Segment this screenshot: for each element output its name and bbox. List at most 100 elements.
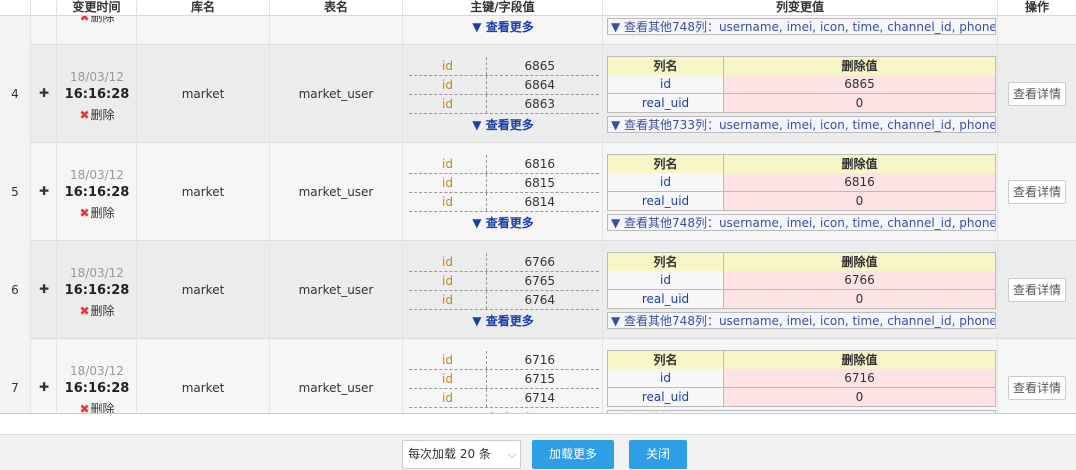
delete-x-icon: ✖ [79,108,90,122]
col-name: real_uid [608,290,724,308]
view-detail-button[interactable]: 查看详情 [1008,180,1066,204]
table-row: 6 ✚ 18/03/12 16:16:28 ✖删除 market market_user id… [0,241,1076,339]
del-value: 0 [724,388,995,406]
table-name: market_user [270,45,403,143]
expand-cell: ✚ [31,45,57,143]
close-button[interactable]: 关闭 [629,440,687,469]
pk-value: 6864 [524,78,555,92]
delete-badge: ✖删除 [57,400,137,413]
other-columns-link[interactable]: ▼ 查看其他748列：username, imei, icon, time, c… [607,312,996,329]
pk-value: 6715 [524,372,555,386]
other-columns-link[interactable]: ▼ 查看其他748列：username, imei, icon, time, c… [607,214,996,231]
other-columns-link[interactable]: ▼ 查看其他733列：username, imei, icon, time, c… [607,116,996,133]
triangle-down-icon: ▼ [472,412,481,413]
change-date: 18/03/12 [70,266,124,280]
other-columns-link[interactable]: ▼ 查看其他748列：username, imei, icon, time, c… [607,18,996,35]
view-more-link[interactable]: ▼ 查看更多 [403,116,603,133]
op-cell: 查看详情 [998,241,1076,339]
colval-row: id 6865 [607,75,996,94]
colval-row: id 6766 [607,271,996,290]
header-db: 库名 [137,0,270,16]
plus-icon[interactable]: ✚ [39,381,49,393]
load-more-button[interactable]: 加载更多 [532,440,614,469]
del-value-header: 删除值 [724,57,995,75]
pk-key: id [409,57,487,75]
header-colval: 列变更值 [603,0,998,16]
view-more-link[interactable]: ▼ 查看更多 [403,18,603,35]
pk-line: id 6715 [409,370,599,389]
pk-line: id 6766 [409,253,599,272]
colval-row: real_uid0 [607,290,996,309]
pk-value: 6815 [524,176,555,190]
delete-badge: ✖删除 [57,204,137,221]
pk-key: id [409,370,487,388]
view-more-link[interactable]: ▼ 查看更多 [403,214,603,231]
delete-label: 删除 [90,108,115,122]
table-row: 5 ✚ 18/03/12 16:16:28 ✖删除 market market_user id… [0,143,1076,241]
pk-line: id 6714 [409,389,599,408]
header-time: 变更时间 [57,0,137,16]
footer-bar: 每次加载 20 条 ⌵ 加载更多 关闭 [0,434,1076,470]
col-name: real_uid [608,94,724,112]
db-name: market [137,45,270,143]
table-row: 4 ✚ 18/03/12 16:16:28 ✖删除 market market_user id… [0,45,1076,143]
view-detail-button[interactable]: 查看详情 [1008,376,1066,400]
del-value: 0 [724,192,995,210]
change-clock: 16:16:28 [64,381,130,396]
view-more-label: 查看更多 [485,216,534,230]
triangle-down-icon: ▼ [472,314,482,328]
change-log-panel: 3✚18/03/1216:16:28✖删除marketmarket_userid… [0,0,1076,470]
pk-key: id [409,76,487,94]
col-name: id [608,75,724,93]
pk-value: 6865 [524,59,555,73]
pk-line: id 6816 [409,155,599,174]
colval-header: 列名 删除值 [607,350,996,369]
plus-icon[interactable]: ✚ [39,87,49,99]
pk-value: 6766 [524,255,555,269]
delete-badge: ✖删除 [57,106,137,123]
view-more-label: 查看更多 [486,412,534,413]
view-more-link[interactable]: ▼ 查看更多 [403,410,603,413]
op-cell: 查看详情 [998,45,1076,143]
triangle-down-icon: ▼ [472,216,482,230]
del-value: 6766 [724,271,995,289]
change-clock: 16:16:28 [64,283,130,298]
change-time-cell: 18/03/12 16:16:28 ✖删除 [57,143,137,241]
pk-value: 6765 [524,274,555,288]
pk-value: 6863 [524,97,555,111]
del-value: 0 [724,290,995,308]
colval-header: 列名 删除值 [607,154,996,173]
pk-line: id 6815 [409,174,599,193]
del-value-header: 删除值 [724,253,995,271]
view-more-label: 查看更多 [485,314,534,328]
col-name: real_uid [608,388,724,406]
col-name-header: 列名 [608,155,724,173]
colval-row: real_uid0 [607,94,996,113]
colval-cell: 列名 删除值 id 6865 real_uid 0 ▼ 查看其他733列：username,… [603,45,998,143]
pk-value: 6714 [524,391,555,405]
pk-cell: id 6865 id 6864 id 6863 ▼ 查看更多 [403,45,603,143]
plus-icon[interactable]: ✚ [39,185,49,197]
pk-key: id [409,389,487,407]
view-more-label: 查看更多 [485,118,534,132]
view-detail-button[interactable]: 查看详情 [1008,82,1066,106]
table-header: 变更时间 库名 表名 主键/字段值 列变更值 操作 [0,0,1076,16]
records-table[interactable]: 3✚18/03/1216:16:28✖删除marketmarket_userid… [0,0,1076,414]
view-more-link[interactable]: ▼ 查看更多 [403,312,603,329]
view-more-label: 查看更多 [485,20,534,34]
page-size-select[interactable]: 每次加载 20 条 ⌵ [402,440,521,469]
change-date: 18/03/12 [70,364,124,378]
pk-value: 6814 [524,195,555,209]
header-expand [31,0,57,16]
change-time-cell: 18/03/12 16:16:28 ✖删除 [57,241,137,339]
header-op: 操作 [1024,0,1049,14]
expand-cell: ✚ [31,339,57,413]
colval-row: real_uid0 [607,388,996,407]
db-name: market [137,143,270,241]
other-columns-link[interactable]: ▼ 查看其他748列：username, imei, icon, time, c… [607,410,996,413]
plus-icon[interactable]: ✚ [39,283,49,295]
delete-label: 删除 [90,206,115,220]
col-name: real_uid [608,192,724,210]
change-time-cell: 18/03/12 16:16:28 ✖删除 [57,339,137,413]
view-detail-button[interactable]: 查看详情 [1008,278,1066,302]
